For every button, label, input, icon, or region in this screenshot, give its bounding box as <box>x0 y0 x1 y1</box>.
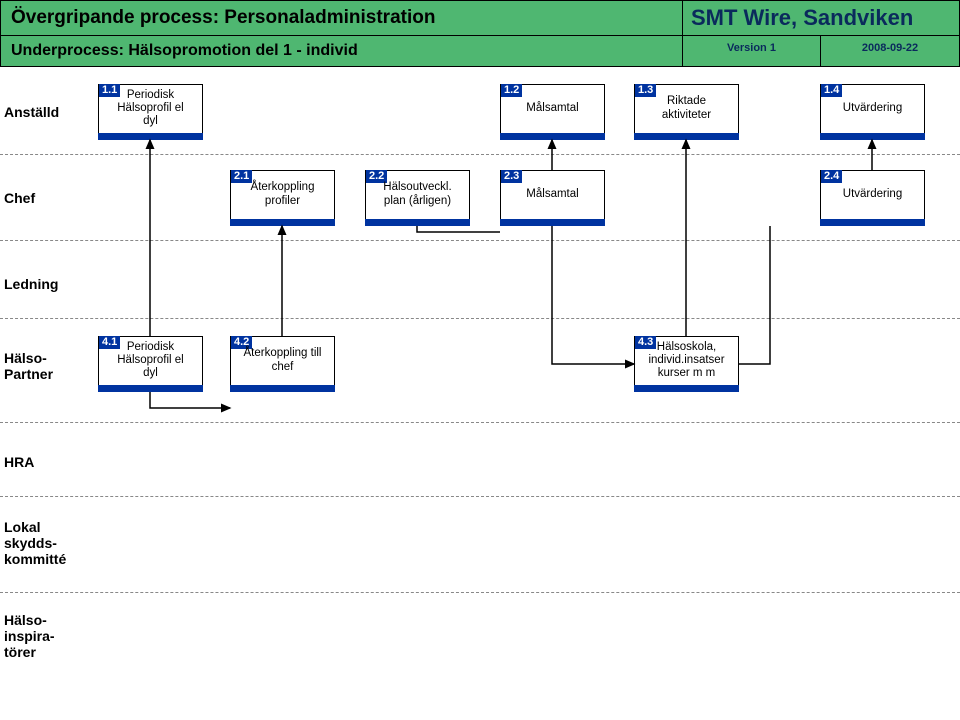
subprocess-title: Underprocess: Hälsopromotion del 1 - ind… <box>1 36 683 66</box>
lane-hra: HRA <box>4 454 34 470</box>
box-text: Hälsoskola, individ.insatser kurser m m <box>635 338 738 383</box>
box-text: Målsamtal <box>501 172 604 217</box>
box-text: Hälsoutveckl. plan (årligen) <box>366 172 469 217</box>
lane-anstalld: Anställd <box>4 104 59 120</box>
lane-skyddskommitte: Lokal skydds- kommitté <box>4 519 66 567</box>
company-name: SMT Wire, Sandviken <box>683 1 959 35</box>
lane-divider <box>0 240 960 241</box>
box-text: Återkoppling till chef <box>231 338 334 383</box>
box-text: Periodisk Hälsoprofil el dyl <box>99 338 202 383</box>
lane-divider <box>0 154 960 155</box>
process-box-2-3: 2.3 Målsamtal <box>500 170 605 226</box>
lane-divider <box>0 422 960 423</box>
process-box-4-3: 4.3 Hälsoskola, individ.insatser kurser … <box>634 336 739 392</box>
process-box-4-1: 4.1 Periodisk Hälsoprofil el dyl <box>98 336 203 392</box>
lane-ledning: Ledning <box>4 276 58 292</box>
header-row-1: Övergripande process: Personaladministra… <box>1 1 959 35</box>
process-box-4-2: 4.2 Återkoppling till chef <box>230 336 335 392</box>
box-text: Periodisk Hälsoprofil el dyl <box>99 86 202 131</box>
header-row-2: Underprocess: Hälsopromotion del 1 - ind… <box>1 35 959 66</box>
box-text: Riktade aktiviteter <box>635 86 738 131</box>
lane-halsopartner: Hälso- Partner <box>4 350 53 382</box>
box-text: Utvärdering <box>821 172 924 217</box>
lane-inspiratorer: Hälso- inspira- törer <box>4 612 55 660</box>
process-title: Övergripande process: Personaladministra… <box>1 1 683 35</box>
process-box-2-2: 2.2 Hälsoutveckl. plan (årligen) <box>365 170 470 226</box>
process-box-2-4: 2.4 Utvärdering <box>820 170 925 226</box>
process-box-1-3: 1.3 Riktade aktiviteter <box>634 84 739 140</box>
connector-layer <box>0 72 960 720</box>
lane-divider <box>0 496 960 497</box>
box-text: Målsamtal <box>501 86 604 131</box>
box-bar <box>98 133 203 140</box>
box-bar <box>500 219 605 226</box>
box-text: Utvärdering <box>821 86 924 131</box>
box-bar <box>820 219 925 226</box>
version-cell: Version 1 <box>683 36 821 66</box>
date-cell: 2008-09-22 <box>821 36 959 66</box>
process-box-1-1: 1.1 Periodisk Hälsoprofil el dyl <box>98 84 203 140</box>
header: Övergripande process: Personaladministra… <box>0 0 960 67</box>
box-text: Återkoppling profiler <box>231 172 334 217</box>
box-bar <box>634 385 739 392</box>
lane-chef: Chef <box>4 190 35 206</box>
box-bar <box>634 133 739 140</box>
box-bar <box>365 219 470 226</box>
lane-divider <box>0 592 960 593</box>
lane-divider <box>0 318 960 319</box>
process-box-1-4: 1.4 Utvärdering <box>820 84 925 140</box>
box-bar <box>230 385 335 392</box>
box-bar <box>98 385 203 392</box>
process-box-2-1: 2.1 Återkoppling profiler <box>230 170 335 226</box>
box-bar <box>820 133 925 140</box>
process-box-1-2: 1.2 Målsamtal <box>500 84 605 140</box>
box-bar <box>230 219 335 226</box>
box-bar <box>500 133 605 140</box>
